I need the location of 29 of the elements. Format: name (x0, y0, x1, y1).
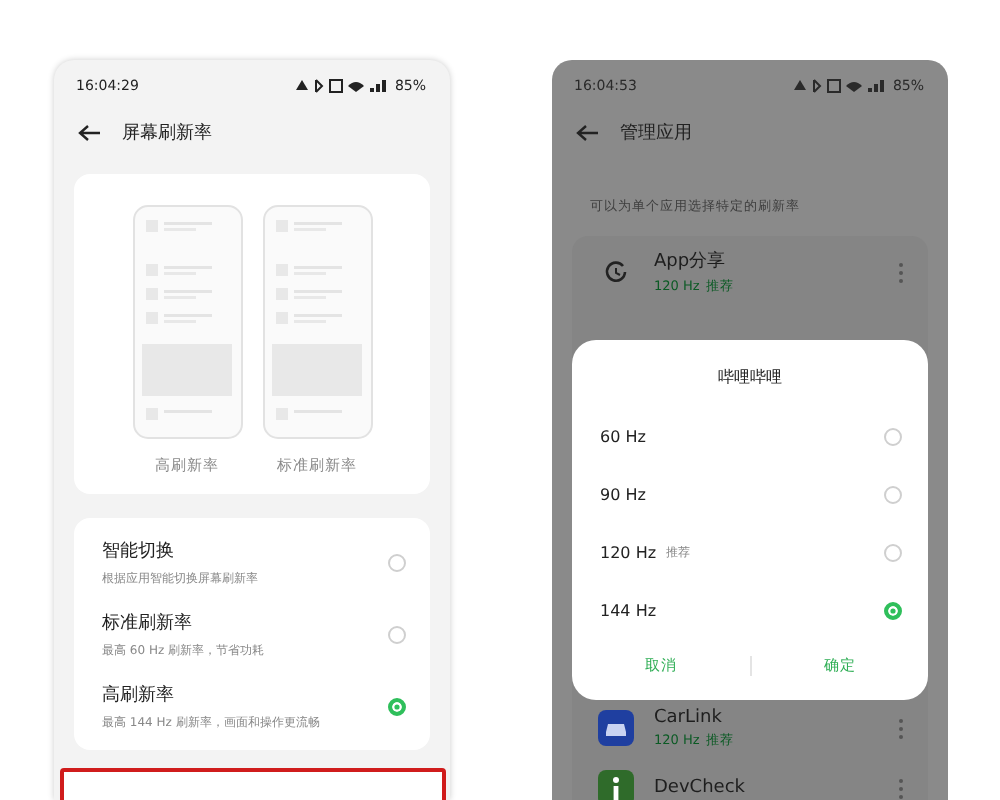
option-title: 标准刷新率 (102, 611, 194, 635)
app-name: App分享 (654, 249, 728, 274)
radio-button[interactable] (884, 428, 902, 446)
app-name: CarLink (654, 707, 724, 727)
page-title: 屏幕刷新率 (122, 121, 212, 146)
radio-button[interactable] (388, 697, 406, 715)
status-icons (292, 78, 389, 94)
back-icon[interactable] (78, 124, 100, 142)
more-icon[interactable] (898, 717, 904, 739)
app-name: DevCheck (654, 778, 747, 798)
option-title: 高刷新率 (102, 683, 176, 707)
more-icon[interactable] (898, 777, 904, 799)
page-title: 管理应用 (620, 121, 692, 146)
radio-button[interactable] (388, 553, 406, 571)
info-icon (598, 770, 634, 800)
app-row[interactable]: DevCheck (572, 758, 928, 800)
dialog-title: 哔哩哔哩 (716, 366, 784, 390)
radio-button[interactable] (884, 486, 902, 504)
radio-button[interactable] (388, 625, 406, 643)
rate-option: 120 Hz (600, 544, 657, 562)
radio-button[interactable] (884, 544, 902, 562)
status-icons (790, 78, 887, 94)
radio-button[interactable] (884, 602, 902, 620)
more-icon[interactable] (898, 261, 904, 283)
rate-option: 60 Hz (600, 428, 646, 446)
rate-option: 90 Hz (600, 486, 646, 504)
car-icon (598, 710, 634, 746)
rate-option: 144 Hz (600, 602, 657, 620)
option-title: 智能切换 (102, 539, 176, 563)
